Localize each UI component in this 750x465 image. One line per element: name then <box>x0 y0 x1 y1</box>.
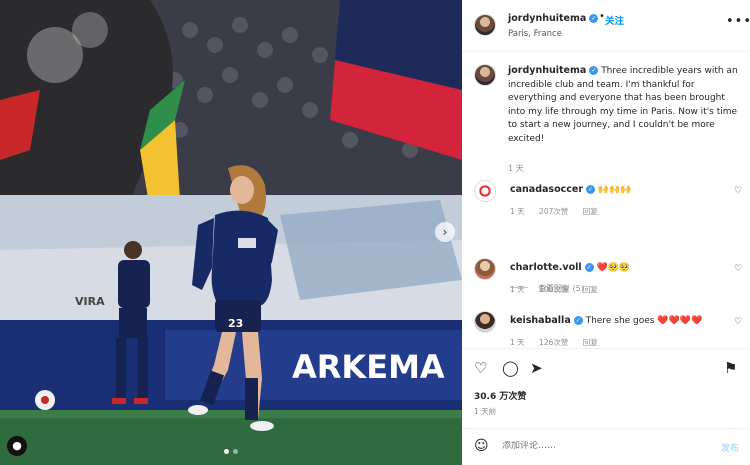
comment-icon[interactable]: ◯ <box>502 359 519 377</box>
commenter-avatar[interactable] <box>474 311 496 333</box>
carousel-dot <box>224 449 229 454</box>
comments-section[interactable]: jordynhuitema ✓ Three incredible years wi… <box>462 52 750 348</box>
next-slide-button[interactable]: › <box>435 222 455 242</box>
comment-likes[interactable]: 126次赞 <box>539 338 568 347</box>
caption-age: 1 天 <box>508 164 524 173</box>
post-comment-button[interactable]: 发布 <box>721 441 739 454</box>
post-location[interactable]: Paris, France <box>508 29 562 39</box>
posted-time: 1 天前 <box>474 407 497 416</box>
commenter-avatar[interactable] <box>474 180 496 202</box>
share-icon[interactable]: ➤ <box>530 359 543 377</box>
verified-badge-icon: ✓ <box>573 316 583 325</box>
commenter-username[interactable]: keishaballa ✓ <box>510 315 583 326</box>
banner-text: VIRA <box>75 295 105 308</box>
comment-item: keishaballa ✓ There she goes ❤️❤️❤️❤️ 1 天… <box>474 311 744 348</box>
comment-age: 1 天 <box>510 207 525 216</box>
sponsor-board-text: ARKEMA <box>292 348 445 386</box>
comment-likes[interactable]: 207次赞 <box>539 207 568 216</box>
commenter-username[interactable]: canadasoccer ✓ <box>510 184 595 195</box>
carousel-indicator <box>224 449 238 454</box>
commenter-username[interactable]: charlotte.voll ✓ <box>510 262 594 273</box>
like-comment-icon[interactable]: ♡ <box>734 317 742 327</box>
post-photo[interactable]: VIRA ARKEMA 23 › ● <box>0 0 462 465</box>
verified-badge-icon: ✓ <box>589 14 599 23</box>
comment-text: 🙌🙌🙌 <box>597 185 632 195</box>
follow-button[interactable]: 关注 <box>605 13 624 27</box>
caption-username[interactable]: jordynhuitema ✓ <box>508 65 599 76</box>
more-options-icon[interactable]: ••• <box>726 14 750 29</box>
comment-text: There she goes ❤️❤️❤️❤️ <box>585 316 703 326</box>
add-comment-bar: ☺ 发布 <box>462 428 750 465</box>
tagged-users-icon[interactable]: ● <box>7 436 27 456</box>
emoji-picker-icon[interactable]: ☺ <box>474 438 489 454</box>
author-username[interactable]: jordynhuitema ✓ <box>508 13 599 24</box>
verified-badge-icon: ✓ <box>586 185 595 194</box>
instagram-post-modal: VIRA ARKEMA 23 › ● jordynhuitema ✓ • 关注 … <box>0 0 750 465</box>
post-actions: ♡ ◯ ➤ ⚑ 30.6 万次赞 1 天前 <box>462 348 750 428</box>
likes-count[interactable]: 30.6 万次赞 <box>474 389 526 402</box>
save-bookmark-icon[interactable]: ⚑ <box>724 359 737 377</box>
commenter-avatar[interactable] <box>474 258 496 280</box>
post-side-panel: jordynhuitema ✓ • 关注 Paris, France ••• jo… <box>462 0 750 465</box>
comment-input[interactable] <box>502 441 682 451</box>
carousel-dot <box>233 449 238 454</box>
comment-likes[interactable]: 100次赞 <box>539 285 568 294</box>
comment-age: 1 天 <box>510 338 525 347</box>
like-comment-icon[interactable]: ♡ <box>734 186 742 196</box>
verified-badge-icon: ✓ <box>589 66 599 75</box>
comment-item: charlotte.voll ✓ ❤️🥺🥺 1 天 100次赞 回复 ♡ <box>474 258 744 298</box>
reply-button[interactable]: 回复 <box>583 285 598 294</box>
caption-text: Three incredible years with an incredibl… <box>508 66 738 144</box>
post-header: jordynhuitema ✓ • 关注 Paris, France ••• <box>462 0 750 52</box>
author-avatar[interactable] <box>474 14 496 36</box>
verified-badge-icon: ✓ <box>584 263 594 272</box>
comment-age: 1 天 <box>510 285 525 294</box>
comment-text: ❤️🥺🥺 <box>596 263 631 273</box>
comment-item: canadasoccer ✓ 🙌🙌🙌 1 天 207次赞 回复 ♡ <box>474 180 744 220</box>
reply-button[interactable]: 回复 <box>583 207 598 216</box>
like-comment-icon[interactable]: ♡ <box>734 264 742 274</box>
jersey-number: 23 <box>228 317 243 330</box>
photo-illustration: VIRA ARKEMA 23 <box>0 0 462 465</box>
reply-button[interactable]: 回复 <box>583 338 598 347</box>
like-icon[interactable]: ♡ <box>474 359 487 377</box>
author-avatar[interactable] <box>474 64 496 86</box>
